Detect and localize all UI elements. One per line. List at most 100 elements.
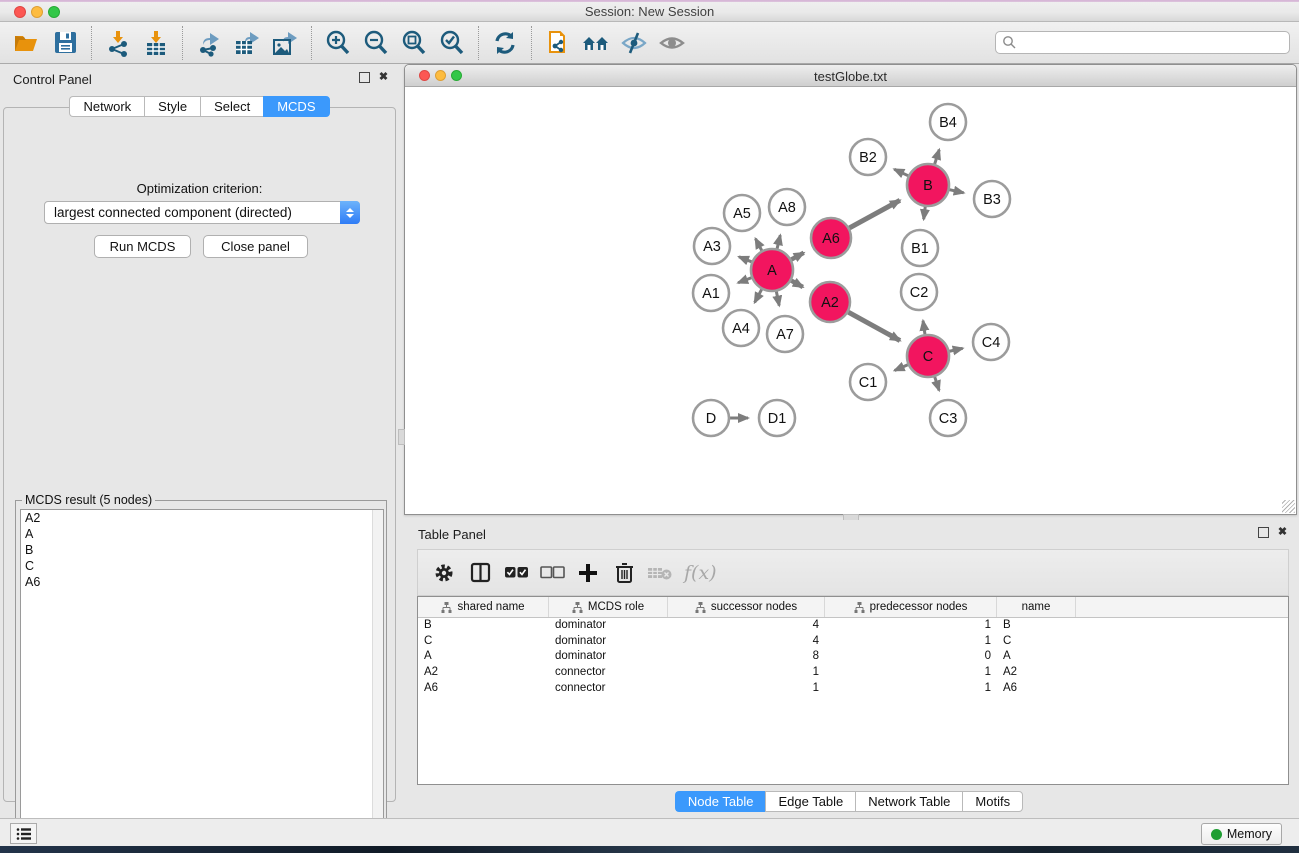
mcds-result-list[interactable]: A2ABCA6	[20, 509, 384, 841]
graph-node-D1[interactable]: D1	[759, 400, 795, 436]
graph-node-B3[interactable]: B3	[974, 181, 1010, 217]
memory-button[interactable]: Memory	[1201, 823, 1282, 845]
show-column-button[interactable]	[465, 558, 495, 588]
delete-table-button[interactable]	[645, 558, 675, 588]
graph-node-A8[interactable]: A8	[769, 189, 805, 225]
zoom-out-button[interactable]	[359, 26, 393, 60]
graph-node-C3[interactable]: C3	[930, 400, 966, 436]
graph-edge-A-A4[interactable]	[755, 289, 762, 302]
graph-node-B[interactable]: B	[907, 164, 949, 206]
mcds-result-item[interactable]: B	[21, 542, 383, 558]
table-row[interactable]: Adominator80A	[418, 649, 1288, 665]
graph-edge-A6-B[interactable]	[849, 200, 899, 228]
select-all-button[interactable]	[501, 558, 531, 588]
graph-node-A2[interactable]: A2	[810, 282, 850, 322]
graph-node-C[interactable]: C	[907, 335, 949, 377]
tab-style[interactable]: Style	[144, 96, 200, 117]
tab-node-table[interactable]: Node Table	[675, 791, 766, 812]
graph-node-C4[interactable]: C4	[973, 324, 1009, 360]
graph-node-C1[interactable]: C1	[850, 364, 886, 400]
home-button[interactable]	[579, 26, 613, 60]
table-row[interactable]: A6connector11A6	[418, 681, 1288, 697]
table-row[interactable]: Bdominator41B	[418, 618, 1288, 634]
graph-node-B4[interactable]: B4	[930, 104, 966, 140]
graph-node-C2[interactable]: C2	[901, 274, 937, 310]
tab-motifs[interactable]: Motifs	[962, 791, 1023, 812]
column-header-successor-nodes[interactable]: successor nodes	[668, 597, 825, 617]
graph-node-A4[interactable]: A4	[723, 310, 759, 346]
float-table-panel-icon[interactable]	[1258, 527, 1269, 538]
graph-node-B1[interactable]: B1	[902, 230, 938, 266]
export-network-button[interactable]	[192, 26, 226, 60]
import-table-button[interactable]	[139, 26, 173, 60]
close-panel-button[interactable]: Close panel	[203, 235, 308, 258]
column-header-name[interactable]: name	[997, 597, 1076, 617]
criterion-select[interactable]: largest connected component (directed)	[44, 201, 360, 224]
tab-network[interactable]: Network	[69, 96, 144, 117]
network-canvas[interactable]: B4 B2 B B3 A5A8A6 A3 B1 A A1 C2 A2 A4A7 C4 C C1 C3 D D1	[406, 87, 1295, 514]
tab-network-table[interactable]: Network Table	[855, 791, 962, 812]
table-row[interactable]: Cdominator41C	[418, 634, 1288, 650]
run-mcds-button[interactable]: Run MCDS	[94, 235, 191, 258]
function-builder-button[interactable]: f(x)	[684, 562, 717, 584]
graph-node-A1[interactable]: A1	[693, 275, 729, 311]
create-column-button[interactable]	[573, 558, 603, 588]
export-image-button[interactable]	[268, 26, 302, 60]
window-resize-grip[interactable]	[1282, 500, 1295, 513]
graph-node-A5[interactable]: A5	[724, 195, 760, 231]
graph-edge-A-A3[interactable]	[739, 257, 752, 262]
graph-node-A3[interactable]: A3	[694, 228, 730, 264]
graph-edge-A-A2[interactable]	[791, 281, 803, 287]
graph-edge-A-A7[interactable]	[776, 292, 779, 306]
search-field[interactable]	[995, 31, 1290, 54]
graph-edge-A-A6[interactable]	[791, 253, 803, 260]
graph-edge-B-B3[interactable]	[949, 190, 963, 193]
mcds-result-item[interactable]: A2	[21, 510, 383, 526]
delete-column-button[interactable]	[609, 558, 639, 588]
split-divider-handle-vertical[interactable]	[398, 429, 405, 445]
graph-edge-A-A1[interactable]	[738, 278, 751, 283]
graph-edge-C-C3[interactable]	[935, 377, 939, 390]
close-panel-icon[interactable]: ✖	[378, 72, 389, 83]
graph-edge-B-B1[interactable]	[924, 207, 926, 219]
result-scrollbar[interactable]	[372, 510, 383, 840]
column-header-shared-name[interactable]: shared name	[418, 597, 549, 617]
open-session-button[interactable]	[10, 26, 44, 60]
graph-node-A7[interactable]: A7	[767, 316, 803, 352]
column-header-empty[interactable]	[1076, 597, 1288, 617]
graph-node-B2[interactable]: B2	[850, 139, 886, 175]
zoom-fit-button[interactable]	[397, 26, 431, 60]
graph-node-A[interactable]: A	[751, 249, 793, 291]
mcds-result-item[interactable]: C	[21, 558, 383, 574]
table-row[interactable]: A2connector11A2	[418, 665, 1288, 681]
graph-edge-A-A5[interactable]	[756, 239, 762, 251]
float-panel-icon[interactable]	[359, 72, 370, 83]
deselect-all-button[interactable]	[537, 558, 567, 588]
mcds-result-item[interactable]: A	[21, 526, 383, 542]
tab-edge-table[interactable]: Edge Table	[765, 791, 855, 812]
node-table[interactable]: shared nameMCDS rolesuccessor nodesprede…	[417, 596, 1289, 785]
mcds-result-item[interactable]: A6	[21, 574, 383, 590]
close-table-panel-icon[interactable]: ✖	[1277, 527, 1288, 538]
import-network-button[interactable]	[101, 26, 135, 60]
graph-edge-C-C2[interactable]	[923, 321, 925, 334]
graph-edge-B-B2[interactable]	[894, 169, 908, 175]
zoom-in-button[interactable]	[321, 26, 355, 60]
graph-edge-A2-C[interactable]	[848, 312, 900, 340]
graph-node-D[interactable]: D	[693, 400, 729, 436]
tab-mcds[interactable]: MCDS	[263, 96, 329, 117]
export-table-button[interactable]	[230, 26, 264, 60]
table-settings-button[interactable]	[429, 558, 459, 588]
column-header-MCDS-role[interactable]: MCDS role	[549, 597, 668, 617]
graph-node-A6[interactable]: A6	[811, 218, 851, 258]
new-network-from-selection-button[interactable]	[541, 26, 575, 60]
show-graphics-details-button[interactable]	[655, 26, 689, 60]
graph-edge-B-B4[interactable]	[935, 150, 940, 164]
column-header-predecessor-nodes[interactable]: predecessor nodes	[825, 597, 997, 617]
tab-select[interactable]: Select	[200, 96, 263, 117]
graph-edge-A-A8[interactable]	[777, 235, 780, 248]
hide-graphics-details-button[interactable]	[617, 26, 651, 60]
save-session-button[interactable]	[48, 26, 82, 60]
search-input[interactable]	[1017, 33, 1289, 52]
task-history-button[interactable]	[10, 823, 37, 844]
